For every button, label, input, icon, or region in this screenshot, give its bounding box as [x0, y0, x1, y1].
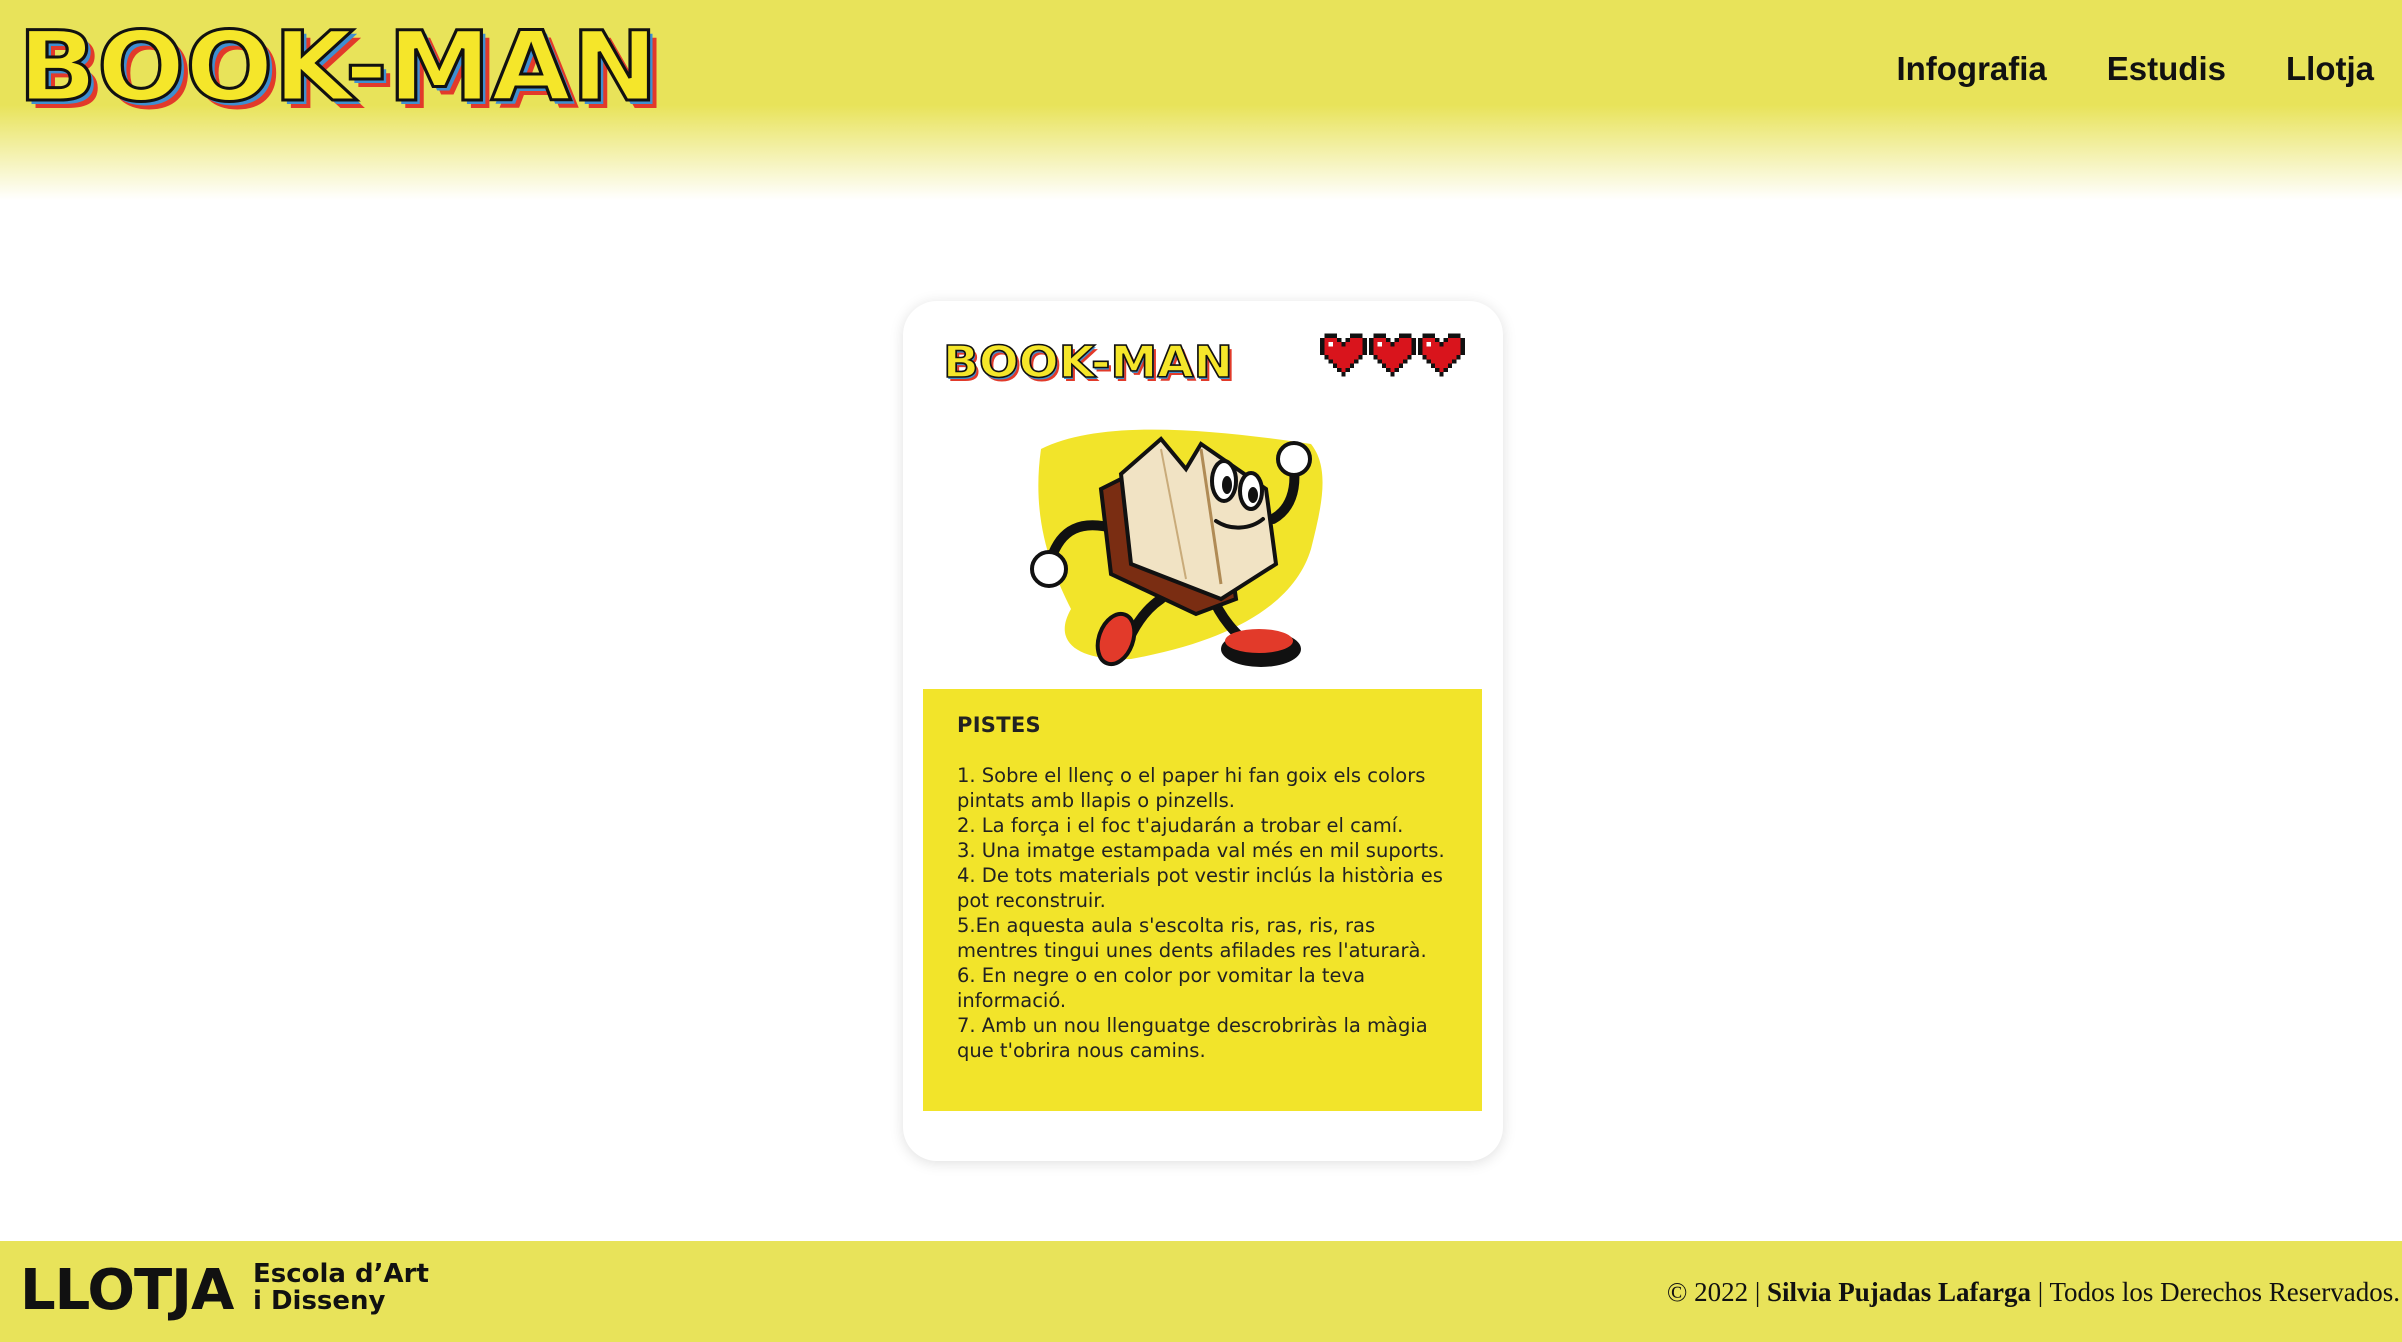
- clue-item: 7. Amb un nou llenguatge descrobriràs la…: [957, 1014, 1428, 1062]
- clue-item: 2. La força i el foc t'ajudarán a trobar…: [957, 814, 1404, 837]
- copyright-notice: © 2022 | Silvia Pujadas Lafarga | Todos …: [1667, 1277, 2400, 1308]
- svg-text:BOOK-MAN: BOOK-MAN: [943, 337, 1233, 385]
- bookman-logo[interactable]: BOOK-MAN BOOK-MAN BOOK-MAN: [18, 18, 682, 118]
- school-name-line-1: Escola d’Art: [253, 1259, 429, 1289]
- heart-icon: [1320, 333, 1367, 377]
- clue-item: 6. En negre o en color por vomitar la te…: [957, 964, 1366, 1012]
- copyright-suffix: | Todos los Derechos Reservados.: [2037, 1277, 2400, 1307]
- nav-link-estudis[interactable]: Estudis: [2107, 50, 2226, 88]
- site-header: BOOK-MAN BOOK-MAN BOOK-MAN Infografia Es…: [0, 0, 2402, 200]
- logo-text: BOOK-MAN: [18, 18, 658, 118]
- heart-icon: [1418, 333, 1465, 377]
- lives-hearts: [1320, 333, 1465, 377]
- nav-link-llotja[interactable]: Llotja: [2286, 50, 2374, 88]
- school-name: Escola d’Art i Disseny: [253, 1261, 429, 1315]
- clues-title: PISTES: [957, 713, 1041, 737]
- main-nav: Infografia Estudis Llotja: [1896, 50, 2374, 88]
- clue-item: 3. Una imatge estampada val més en mil s…: [957, 839, 1445, 862]
- site-footer: LLOTJA Escola d’Art i Disseny © 2022 | S…: [0, 1241, 2402, 1342]
- heart-icon: [1369, 333, 1416, 377]
- clue-card: BOOK-MAN BOOK-MAN BOOK-MAN PISTES 1. Sob…: [903, 301, 1503, 1161]
- clues-panel: PISTES 1. Sobre el llenç o el paper hi f…: [923, 689, 1482, 1111]
- card-bookman-logo: BOOK-MAN BOOK-MAN BOOK-MAN: [943, 337, 1236, 385]
- copyright-prefix: © 2022 |: [1666, 1277, 1761, 1307]
- nav-link-infografia[interactable]: Infografia: [1896, 50, 2046, 88]
- llotja-logo[interactable]: LLOTJA: [20, 1263, 234, 1319]
- clue-item: 5.En aquesta aula s'escolta ris, ras, ri…: [957, 914, 1427, 962]
- clue-item: 4. De tots materials pot vestir inclús l…: [957, 864, 1443, 912]
- running-book-mascot: [1030, 429, 1323, 667]
- school-name-line-2: i Disseny: [253, 1286, 386, 1316]
- author-name: Silvia Pujadas Lafarga: [1767, 1277, 2032, 1307]
- clue-item: 1. Sobre el llenç o el paper hi fan goix…: [957, 764, 1426, 812]
